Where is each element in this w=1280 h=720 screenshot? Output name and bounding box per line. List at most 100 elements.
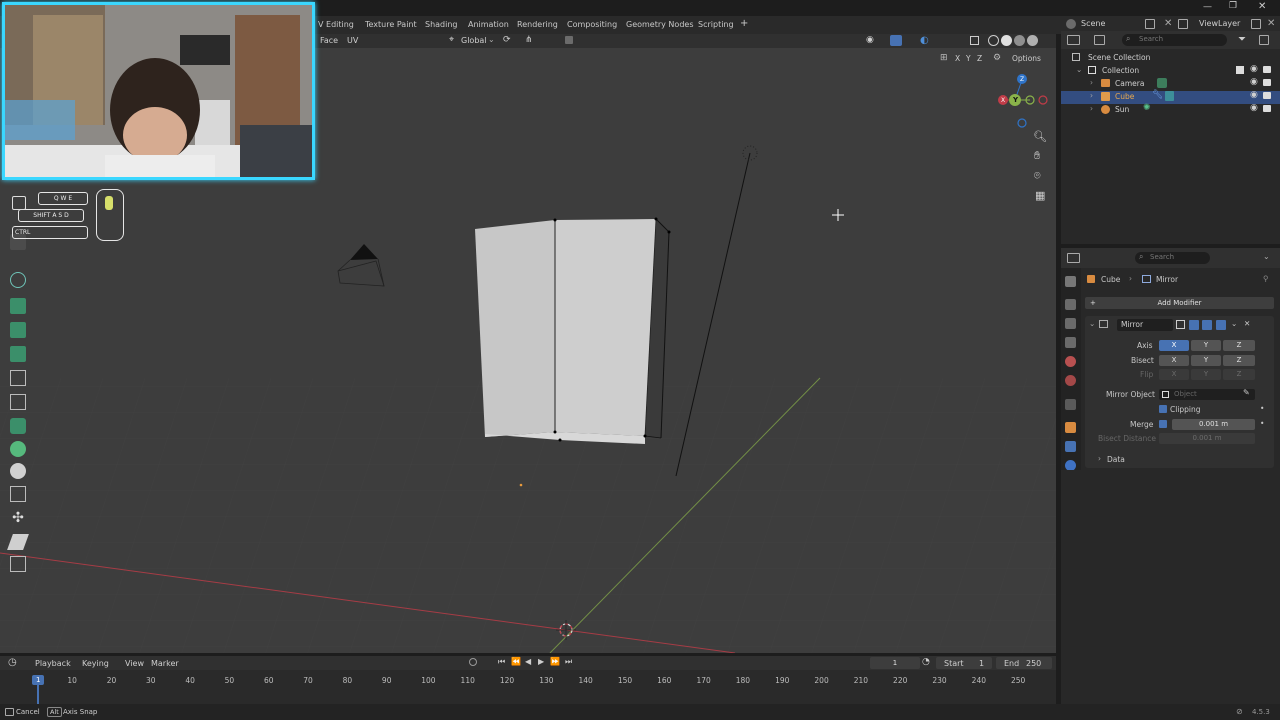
merge-distance-field[interactable]: 0.001 m [1172,419,1255,430]
snap-icon[interactable]: ⋔ [525,35,533,45]
tab-compositing[interactable]: Compositing [567,20,617,29]
smooth-tool-icon[interactable] [10,463,26,479]
play-reverse-icon[interactable]: ◀ [525,657,531,666]
rendered-shading-icon[interactable] [1027,35,1038,46]
perspective-grid-icon[interactable]: ▦ [1035,189,1045,202]
keyframe-dot-icon[interactable]: • [1260,419,1264,428]
expand-chevron-icon[interactable]: › [1090,78,1093,87]
properties-editor-icon[interactable] [1067,253,1080,263]
flip-z-toggle[interactable]: Z [1223,369,1255,380]
expand-chevron-icon[interactable]: ⌄ [1076,65,1082,74]
display-mode-icon[interactable] [1094,35,1105,45]
end-frame-field[interactable]: End 250 [996,657,1052,669]
collapse-chevron-icon[interactable]: ⌄ [1089,319,1095,328]
loop-cut-tool-icon[interactable] [10,370,26,386]
tab-uv-editing[interactable]: V Editing [318,20,354,29]
merge-checkbox[interactable] [1159,420,1167,428]
collection-tab-icon[interactable] [1065,399,1076,410]
solid-shading-icon[interactable] [1001,35,1012,46]
knife-tool-icon[interactable] [10,394,26,410]
filter-icon[interactable]: ⏷ [1238,34,1246,45]
pin-icon[interactable]: ⚲ [1263,274,1269,283]
outliner-row-cube[interactable]: › Cube 🔧︎ ◉ [1061,90,1280,104]
zoom-icon[interactable]: 🔍︎ [1033,130,1047,143]
new-view-layer-icon[interactable] [1251,19,1261,29]
tab-shading[interactable]: Shading [425,20,458,29]
extrude-tool-icon[interactable] [10,298,26,314]
minimize-icon[interactable]: — [1203,2,1212,12]
gizmo-z-label[interactable]: Z [1020,76,1024,83]
select-box-tool-icon[interactable] [12,196,26,210]
modifier-menu-chevron-icon[interactable]: ⌄ [1231,319,1237,328]
record-icon[interactable] [469,658,477,666]
scene-tab-icon[interactable] [1065,356,1076,367]
outliner-row-camera[interactable]: › Camera ◉ [1061,77,1280,91]
pan-hand-icon[interactable]: ✋︎ [1034,149,1040,163]
expand-chevron-icon[interactable]: › [1090,91,1093,100]
poly-build-tool-icon[interactable] [10,418,26,434]
playback-menu[interactable]: Playback [35,659,71,668]
keying-menu[interactable]: Keying [82,659,109,668]
tool-tab-icon[interactable] [1065,276,1076,287]
properties-search-field[interactable]: ⌕ Search [1135,252,1210,264]
timeline-area[interactable]: 10 20 30 40 50 60 70 80 90 100 110 120 130 140 150 160 1… [0,670,1056,704]
clipping-checkbox[interactable] [1159,405,1167,413]
add-workspace-button[interactable]: + [740,18,748,29]
render-camera-icon[interactable] [1263,66,1271,73]
add-modifier-button[interactable]: + Add Modifier [1085,297,1274,309]
view-layer-tab-icon[interactable] [1065,337,1076,348]
gizmo-y-label[interactable]: Y [1013,96,1018,104]
tool-settings-icon[interactable]: ⚙ [993,53,1001,63]
play-icon[interactable]: ▶ [538,657,544,666]
render-tab-icon[interactable] [1065,299,1076,310]
spin-tool-icon[interactable] [10,272,26,288]
world-tab-icon[interactable] [1065,375,1076,386]
mirror-object-field[interactable]: Object ✎ [1159,388,1255,400]
overlay-icon[interactable]: ◐ [920,35,929,46]
face-menu[interactable]: Face [320,36,338,45]
jump-keyframe-back-icon[interactable]: ⏪ [511,657,521,666]
eye-icon[interactable]: ◉ [1250,77,1258,87]
jump-keyframe-forward-icon[interactable]: ⏩ [550,657,560,666]
bisect-y-toggle[interactable]: Y [1191,355,1221,366]
eye-icon[interactable]: ◉ [1250,103,1258,113]
expand-chevron-icon[interactable]: › [1090,104,1093,113]
outliner-row-collection[interactable]: ⌄ Collection ◉ [1061,64,1280,78]
bisect-x-toggle[interactable]: X [1159,355,1189,366]
new-scene-icon[interactable] [1145,19,1155,29]
edge-slide-tool-icon[interactable] [10,486,26,502]
inset-tool-icon[interactable] [10,322,26,338]
object-tab-icon[interactable] [1065,422,1076,433]
axis-toggle-z[interactable]: Z [977,54,982,63]
expand-chevron-icon[interactable]: › [1098,454,1101,463]
axis-x-toggle[interactable]: X [1159,340,1189,351]
orientation-dropdown[interactable]: Global [461,36,487,45]
tab-texture-paint[interactable]: Texture Paint [365,20,417,29]
render-toggle-icon[interactable] [1216,320,1226,330]
outliner-search-field[interactable]: ⌕ Search [1122,34,1227,46]
render-camera-icon[interactable] [1263,79,1271,86]
maximize-icon[interactable]: ❐ [1229,1,1237,11]
outliner-row-scene-collection[interactable]: Scene Collection [1061,52,1280,65]
camera-view-icon[interactable]: ⌾ [1034,169,1041,183]
gizmo-toggle-icon[interactable] [890,35,902,46]
view-menu[interactable]: View [125,659,144,668]
spin-object-tool-icon[interactable] [10,441,26,457]
new-collection-icon[interactable] [1259,35,1269,45]
jump-end-icon[interactable]: ⏭ [565,657,572,667]
flip-y-toggle[interactable]: Y [1191,369,1221,380]
gizmo-x-label[interactable]: X [1001,97,1005,104]
shrink-fatten-tool-icon[interactable]: ✣ [10,510,26,526]
pivot-icon[interactable]: ⟳ [503,35,511,45]
delete-scene-icon[interactable]: ✕ [1164,18,1172,29]
options-dropdown[interactable]: Options [1012,54,1041,63]
tab-rendering[interactable]: Rendering [517,20,558,29]
xray-icon[interactable] [970,36,979,45]
data-subpanel-label[interactable]: Data [1107,455,1125,464]
modifier-tab-icon[interactable] [1065,441,1076,452]
visibility-icon[interactable]: ◉ [866,35,874,45]
proportional-edit-icon[interactable] [565,36,573,44]
scene-name[interactable]: Scene [1081,19,1105,28]
axis-z-toggle[interactable]: Z [1223,340,1255,351]
edit-mode-toggle-icon[interactable] [1176,320,1185,329]
